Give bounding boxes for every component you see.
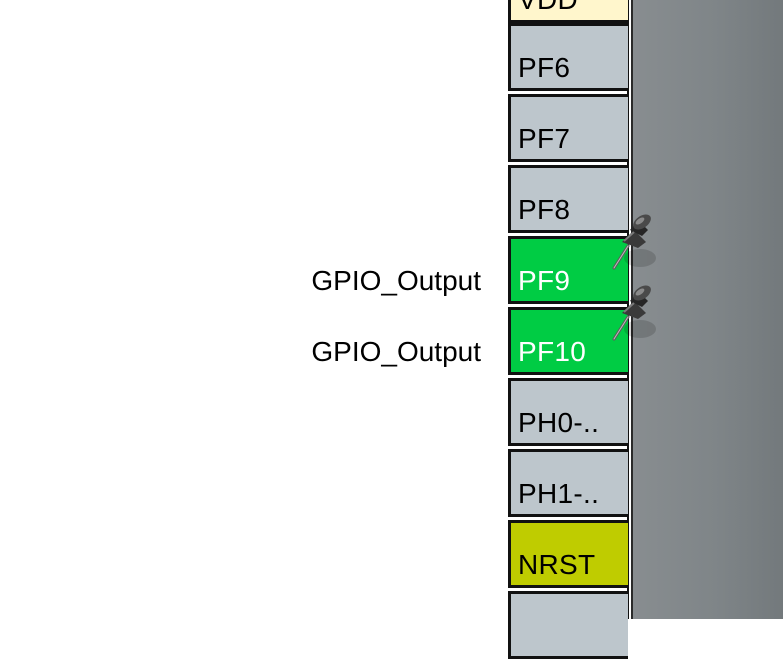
pin-partial[interactable] — [508, 591, 628, 659]
pin-nrst[interactable]: NRST — [508, 520, 628, 588]
pin-label: PH1-.. — [518, 478, 600, 509]
pin-label: PF6 — [518, 52, 571, 83]
signal-label-pf10: GPIO_Output — [311, 336, 481, 367]
signal-label-pf9: GPIO_Output — [311, 265, 481, 296]
pin-label: PF10 — [518, 336, 587, 367]
pin-label: VDD — [518, 0, 578, 15]
pin-label: PF7 — [518, 123, 571, 154]
pin-ph0[interactable]: PH0-.. — [508, 378, 628, 446]
pin-label: PH0-.. — [518, 407, 600, 438]
pin-label: PF9 — [518, 265, 571, 296]
pushpin-icon — [612, 285, 656, 341]
pin-pf6[interactable]: PF6 — [508, 23, 628, 91]
pin-label: NRST — [518, 549, 596, 580]
pushpin-icon — [612, 214, 656, 270]
pin-vdd[interactable]: VDD — [508, 0, 628, 23]
pin-label: PF8 — [518, 194, 571, 225]
pin-ph1[interactable]: PH1-.. — [508, 449, 628, 517]
pin-pf7[interactable]: PF7 — [508, 94, 628, 162]
